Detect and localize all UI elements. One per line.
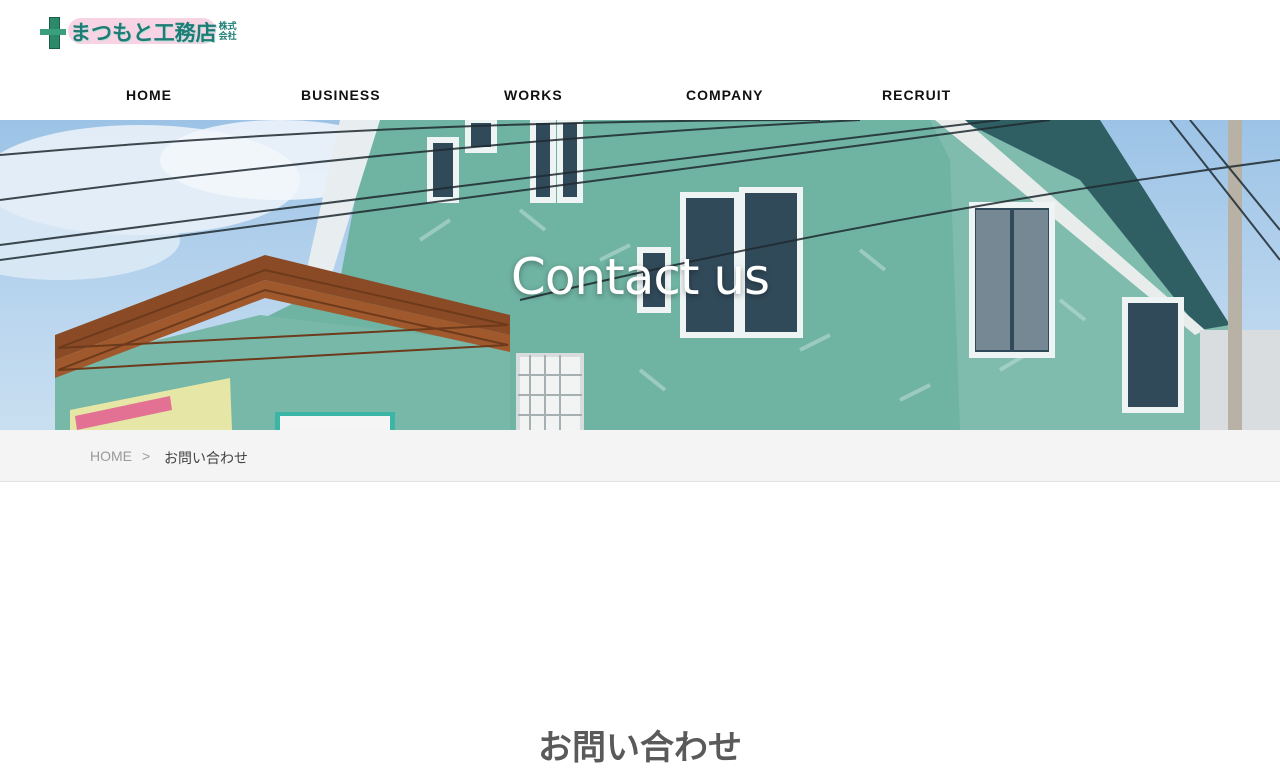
section-heading: お問い合わせ <box>538 728 742 768</box>
nav-item-home[interactable]: HOME <box>126 87 172 103</box>
nav-item-recruit[interactable]: RECRUIT <box>882 87 951 103</box>
breadcrumb-separator: > <box>142 448 151 464</box>
logo-mark-icon <box>40 17 66 49</box>
logo-suffix: 株式会社 <box>218 22 237 42</box>
breadcrumb-home-link[interactable]: HOME <box>90 448 132 464</box>
nav-item-company[interactable]: COMPANY <box>686 87 764 103</box>
nav-item-works[interactable]: WORKS <box>504 87 563 103</box>
hero-title: Contact us <box>510 247 770 306</box>
nav-item-business[interactable]: BUSINESS <box>301 87 381 103</box>
logo-text: まつもと工務店 <box>70 21 217 45</box>
breadcrumb-current: お問い合わせ <box>164 451 248 467</box>
site-logo[interactable]: まつもと工務店 株式会社 <box>40 14 240 50</box>
breadcrumb: HOME > お問い合わせ <box>0 430 1280 482</box>
main-nav: HOME BUSINESS WORKS COMPANY RECRUIT <box>0 70 1280 120</box>
hero-banner: Contact us <box>0 120 1280 430</box>
site-header: まつもと工務店 株式会社 HOME BUSINESS WORKS COMPANY… <box>0 0 1280 120</box>
